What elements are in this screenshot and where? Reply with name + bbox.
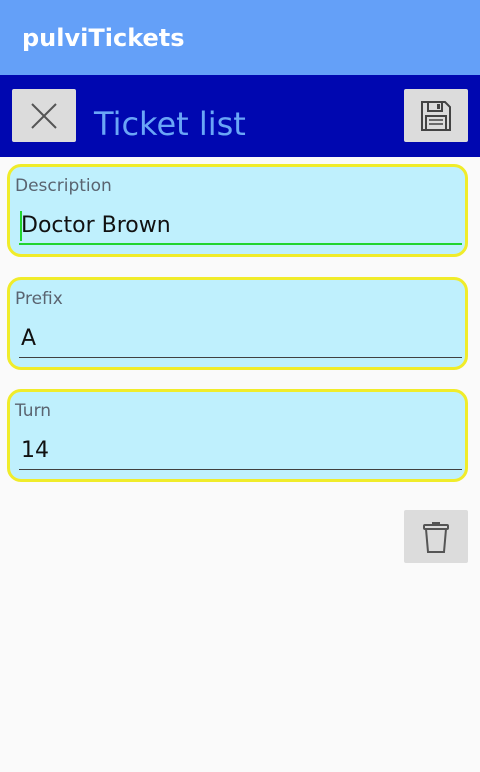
toolbar: Ticket list [0, 75, 480, 157]
close-icon [31, 102, 57, 129]
text-cursor [20, 211, 22, 241]
prefix-field: Prefix [7, 277, 468, 370]
app-bar: pulviTickets [0, 0, 480, 75]
save-button[interactable] [404, 89, 468, 142]
prefix-label: Prefix [15, 289, 63, 309]
turn-field: Turn [7, 389, 468, 482]
prefix-input[interactable] [19, 320, 462, 358]
turn-label: Turn [15, 401, 52, 421]
close-button[interactable] [12, 89, 76, 142]
description-input[interactable] [19, 207, 462, 245]
trash-icon [423, 521, 449, 553]
turn-input[interactable] [19, 432, 462, 470]
app-title: pulviTickets [22, 24, 185, 52]
floppy-disk-icon [421, 100, 451, 131]
page-title: Ticket list [94, 105, 246, 143]
delete-button[interactable] [404, 510, 468, 563]
description-field: Description [7, 164, 468, 257]
description-label: Description [15, 176, 112, 196]
